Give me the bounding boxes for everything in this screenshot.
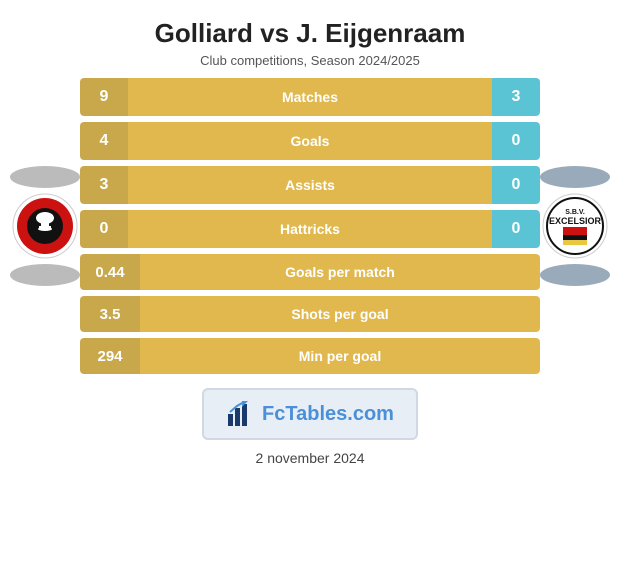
hattricks-bar: 0 Hattricks 0 xyxy=(80,210,540,248)
matches-right-value: 3 xyxy=(492,78,540,116)
shots-per-goal-value: 3.5 xyxy=(80,296,140,332)
hattricks-left-value: 0 xyxy=(80,210,128,248)
hattricks-label: Hattricks xyxy=(128,210,492,248)
fctables-tables-part: Tables.com xyxy=(285,403,394,425)
goals-per-match-label: Goals per match xyxy=(140,254,540,290)
fctables-text: FcTables.com xyxy=(262,403,394,426)
shots-per-goal-label: Shots per goal xyxy=(140,296,540,332)
oval-top-right xyxy=(540,166,610,188)
fctables-chart-icon xyxy=(226,400,254,428)
matches-label: Matches xyxy=(128,78,492,116)
goals-per-match-bar: 0.44 Goals per match xyxy=(80,254,540,290)
oval-bottom-right xyxy=(540,264,610,286)
svg-text:EXCELSIOR: EXCELSIOR xyxy=(549,216,602,226)
goals-label: Goals xyxy=(128,122,492,160)
svg-text:S.B.V.: S.B.V. xyxy=(565,209,585,216)
page-title: Golliard vs J. Eijgenraam xyxy=(155,18,466,49)
footer-date: 2 november 2024 xyxy=(256,450,365,466)
assists-right-value: 0 xyxy=(492,166,540,204)
assists-bar: 3 Assists 0 xyxy=(80,166,540,204)
right-team-logo: S.B.V. EXCELSIOR xyxy=(541,192,609,260)
hattricks-right-value: 0 xyxy=(492,210,540,248)
fctables-logo: FcTables.com xyxy=(202,388,418,440)
min-per-goal-bar: 294 Min per goal xyxy=(80,338,540,374)
assists-label: Assists xyxy=(128,166,492,204)
main-area: 9 Matches 3 4 Goals 0 3 Assists 0 0 Hatt… xyxy=(10,78,610,374)
shots-per-goal-bar: 3.5 Shots per goal xyxy=(80,296,540,332)
page-subtitle: Club competitions, Season 2024/2025 xyxy=(200,53,420,68)
fctables-fc-part: Fc xyxy=(262,403,285,425)
assists-left-value: 3 xyxy=(80,166,128,204)
goals-left-value: 4 xyxy=(80,122,128,160)
left-team-logo-col xyxy=(10,166,80,286)
stats-container: 9 Matches 3 4 Goals 0 3 Assists 0 0 Hatt… xyxy=(80,78,540,374)
goals-per-match-value: 0.44 xyxy=(80,254,140,290)
min-per-goal-value: 294 xyxy=(80,338,140,374)
left-team-logo xyxy=(11,192,79,260)
matches-left-value: 9 xyxy=(80,78,128,116)
matches-bar: 9 Matches 3 xyxy=(80,78,540,116)
goals-right-value: 0 xyxy=(492,122,540,160)
right-team-logo-col: S.B.V. EXCELSIOR xyxy=(540,166,610,286)
oval-bottom-left xyxy=(10,264,80,286)
goals-bar: 4 Goals 0 xyxy=(80,122,540,160)
min-per-goal-label: Min per goal xyxy=(140,338,540,374)
page: Golliard vs J. Eijgenraam Club competiti… xyxy=(0,0,620,580)
oval-top-left xyxy=(10,166,80,188)
